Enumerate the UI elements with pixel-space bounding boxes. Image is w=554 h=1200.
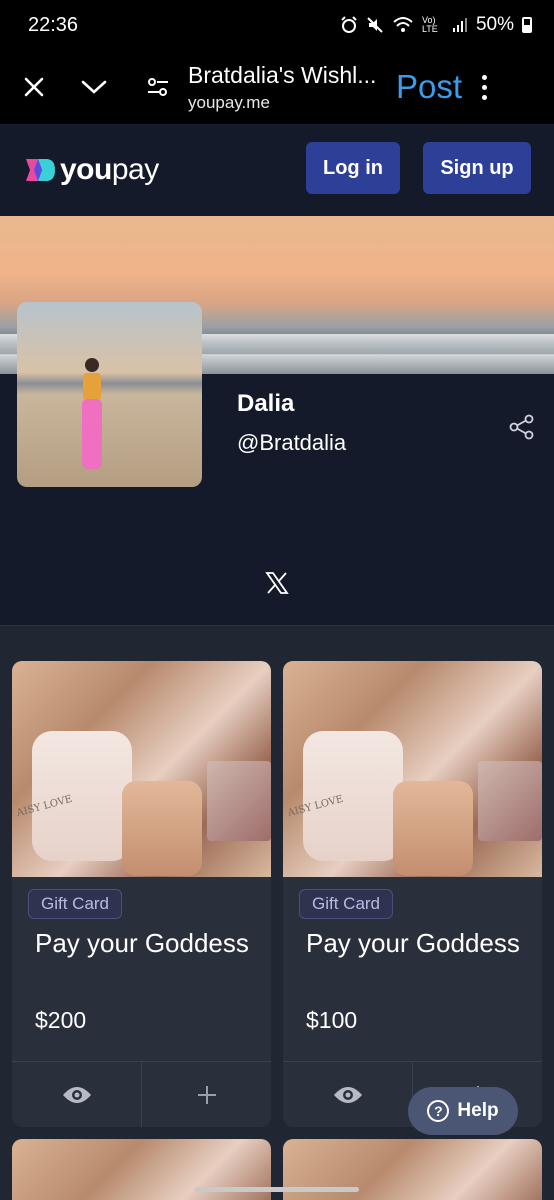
view-button[interactable] — [12, 1062, 141, 1127]
logo-text-light: pay — [111, 153, 159, 186]
status-bar: 22:36 Vo) LTE 50% — [0, 0, 554, 50]
page-title: Bratdalia's Wishl... — [188, 61, 377, 88]
product-image: AISY LOVE — [12, 661, 271, 877]
x-social-icon[interactable] — [265, 571, 289, 595]
product-badge: Gift Card — [28, 889, 123, 919]
youpay-logo-icon — [26, 159, 55, 181]
product-price: $100 — [306, 1007, 358, 1033]
site-header: youpay Log in Sign up — [0, 124, 554, 216]
profile-handle: @Bratdalia — [237, 430, 347, 455]
close-icon[interactable] — [12, 65, 56, 109]
product-image: AISY LOVE — [283, 661, 542, 877]
youpay-logo[interactable]: youpay — [24, 153, 159, 187]
product-badge: Gift Card — [299, 889, 394, 919]
mute-icon — [367, 17, 383, 33]
product-title: Pay your Goddess — [306, 928, 520, 958]
network-label: Vo) LTE — [421, 15, 438, 34]
eye-icon — [333, 1086, 362, 1103]
share-icon[interactable] — [509, 414, 535, 440]
plus-icon — [197, 1085, 216, 1104]
battery-icon — [522, 17, 532, 33]
chevron-down-icon[interactable] — [72, 65, 116, 109]
product-title: Pay your Goddess — [35, 928, 249, 958]
help-label: Help — [457, 1100, 499, 1121]
login-button[interactable]: Log in — [306, 142, 400, 194]
battery-percent: 50% — [475, 14, 514, 35]
signal-icon — [452, 18, 467, 32]
avatar[interactable] — [17, 302, 202, 487]
help-button[interactable]: ? Help — [408, 1087, 518, 1135]
page-info[interactable]: Bratdalia's Wishl... youpay.me — [188, 62, 388, 113]
alarm-icon — [341, 16, 357, 33]
logo-text-bold: you — [60, 153, 112, 186]
eye-icon — [62, 1086, 91, 1103]
avatar-figure — [82, 358, 102, 469]
more-options-icon[interactable] — [480, 74, 488, 100]
home-indicator[interactable] — [195, 1187, 359, 1192]
signup-button[interactable]: Sign up — [423, 142, 531, 194]
status-icons: Vo) LTE 50% — [340, 14, 532, 36]
view-button[interactable] — [283, 1062, 412, 1127]
product-actions — [12, 1061, 271, 1127]
post-button[interactable]: Post — [396, 68, 462, 106]
help-icon: ? — [427, 1100, 450, 1122]
product-card[interactable]: AISY LOVE Gift Card Pay your Goddess $20… — [12, 661, 271, 1127]
profile-section: Dalia @Bratdalia — [0, 302, 554, 626]
status-time: 22:36 — [28, 13, 79, 36]
browser-toolbar: Bratdalia's Wishl... youpay.me Post — [0, 50, 554, 124]
site-settings-icon[interactable] — [136, 65, 180, 109]
wifi-icon — [393, 17, 413, 32]
profile-name: Dalia — [237, 390, 295, 417]
add-button[interactable] — [141, 1062, 271, 1127]
product-card[interactable]: AISY LOVE Gift Card Pay your Goddess $10… — [283, 661, 542, 1127]
page-url: youpay.me — [188, 92, 270, 112]
product-price: $200 — [35, 1007, 87, 1033]
